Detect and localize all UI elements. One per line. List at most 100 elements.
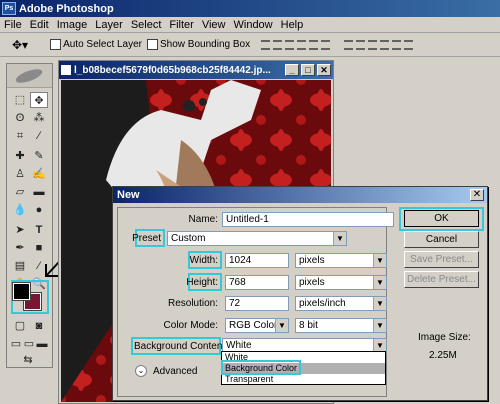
move-tool-preset-icon[interactable]: ✥▾ (12, 38, 28, 52)
menu-window[interactable]: Window (230, 19, 277, 31)
colormode-value: RGB Color (229, 320, 278, 331)
eraser-tool-icon[interactable]: ▱ (11, 184, 29, 200)
imageready-icon[interactable]: ⇆ (19, 352, 37, 368)
foreground-color-swatch[interactable] (12, 282, 31, 301)
feather-icon (15, 69, 43, 83)
name-input[interactable]: Untitled-1 (222, 212, 394, 227)
chevron-down-icon[interactable]: ▼ (373, 276, 386, 289)
bitdepth-select[interactable]: 8 bit ▼ (295, 318, 387, 333)
width-input[interactable]: 1024 (225, 253, 289, 268)
menu-view[interactable]: View (198, 19, 230, 31)
menu-file[interactable]: File (0, 19, 26, 31)
quickmask-mode-icon[interactable]: ◙ (30, 318, 48, 334)
move-tool-icon[interactable]: ✥ (30, 92, 48, 108)
distribute-hcenter-icon[interactable] (392, 39, 402, 50)
blur-tool-icon[interactable]: 💧 (11, 202, 29, 218)
align-bottom-icon[interactable] (285, 39, 295, 50)
menu-select[interactable]: Select (127, 19, 166, 31)
bounding-box-checkbox[interactable] (147, 39, 159, 50)
cancel-button[interactable]: Cancel (404, 231, 479, 248)
screen-mode-standard-icon[interactable]: ▭ (9, 336, 23, 352)
resolution-unit-select[interactable]: pixels/inch ▼ (295, 296, 387, 311)
auto-select-label: Auto Select Layer (63, 39, 143, 50)
ok-button[interactable]: OK (404, 210, 479, 227)
menu-layer[interactable]: Layer (91, 19, 127, 31)
preset-select[interactable]: Custom ▼ (167, 231, 347, 246)
toolbox-header (7, 64, 52, 88)
brush-tool-icon[interactable]: ✎ (30, 148, 48, 164)
height-input[interactable]: 768 (225, 275, 289, 290)
colormode-select[interactable]: RGB Color ▼ (225, 318, 289, 333)
history-brush-icon[interactable]: ✍ (30, 166, 48, 182)
app-titlebar: Ps Adobe Photoshop (0, 0, 500, 17)
resolution-unit-value: pixels/inch (299, 298, 346, 309)
save-preset-button[interactable]: Save Preset... (404, 251, 479, 268)
distribute-top-icon[interactable] (344, 39, 354, 50)
chevron-down-icon[interactable]: ▼ (373, 297, 386, 310)
resolution-label: Resolution: (167, 298, 218, 309)
slice-tool-icon[interactable]: ∕ (30, 128, 48, 144)
menu-edit[interactable]: Edit (26, 19, 53, 31)
menu-image[interactable]: Image (53, 19, 92, 31)
width-label: Width: (189, 255, 218, 266)
chevron-down-icon[interactable]: ▼ (373, 319, 386, 332)
menu-filter[interactable]: Filter (165, 19, 197, 31)
maximize-button[interactable]: □ (301, 64, 315, 76)
pen-tool-icon[interactable]: ✒ (11, 240, 29, 256)
close-button[interactable]: ✕ (317, 64, 331, 76)
width-unit-value: pixels (299, 255, 325, 266)
gradient-tool-icon[interactable]: ▬ (30, 184, 48, 200)
bgcontents-label: Background Contents: (134, 341, 233, 352)
marquee-tool-icon[interactable]: ⬚ (11, 92, 29, 108)
align-hcenter-icon[interactable] (309, 39, 319, 50)
image-size-value: 2.25M (429, 350, 457, 361)
dialog-close-icon[interactable]: ✕ (470, 189, 484, 201)
menubar: File Edit Image Layer Select Filter View… (0, 17, 500, 33)
align-vcenter-icon[interactable] (273, 39, 283, 50)
lasso-tool-icon[interactable]: ʘ (11, 110, 29, 126)
options-bar: ✥▾ Auto Select Layer Show Bounding Box (0, 33, 500, 57)
auto-select-checkbox[interactable] (50, 39, 62, 50)
distribute-left-icon[interactable] (380, 39, 390, 50)
minimize-button[interactable]: _ (285, 64, 299, 76)
align-left-icon[interactable] (297, 39, 307, 50)
distribute-right-icon[interactable] (404, 39, 414, 50)
width-unit-select[interactable]: pixels ▼ (295, 253, 387, 268)
notes-tool-icon[interactable]: ▤ (11, 258, 29, 274)
chevron-down-icon[interactable]: ▼ (373, 254, 386, 267)
toolbox: ⬚ ✥ ʘ ⁂ ⌗ ∕ ✚ ✎ ♙ ✍ ▱ ▬ 💧 ● ➤ T ✒ ■ ▤ ⁄ … (6, 63, 53, 368)
height-unit-value: pixels (299, 277, 325, 288)
distribute-bottom-icon[interactable] (368, 39, 378, 50)
photoshop-icon: Ps (2, 2, 16, 15)
bgcontents-value: White (226, 340, 252, 351)
standard-mode-icon[interactable]: ▢ (11, 318, 29, 334)
new-document-dialog: New ✕ Name: Untitled-1 Preset Custom ▼ W… (112, 186, 488, 401)
align-top-icon[interactable] (261, 39, 271, 50)
path-select-icon[interactable]: ➤ (11, 222, 29, 238)
distribute-vcenter-icon[interactable] (356, 39, 366, 50)
dodge-tool-icon[interactable]: ● (30, 202, 48, 218)
healing-brush-icon[interactable]: ✚ (11, 148, 29, 164)
advanced-toggle-icon[interactable]: ⌄ (135, 365, 147, 377)
align-right-icon[interactable] (321, 39, 331, 50)
advanced-label[interactable]: Advanced (153, 366, 197, 377)
name-label: Name: (188, 214, 218, 225)
delete-preset-button[interactable]: Delete Preset... (404, 271, 479, 288)
type-tool-icon[interactable]: T (30, 222, 48, 238)
bitdepth-value: 8 bit (299, 320, 318, 331)
preset-label: Preset (132, 233, 161, 244)
menu-help[interactable]: Help (277, 19, 308, 31)
height-unit-select[interactable]: pixels ▼ (295, 275, 387, 290)
crop-tool-icon[interactable]: ⌗ (11, 128, 29, 144)
colormode-label: Color Mode: (163, 320, 218, 331)
screen-mode-full-menu-icon[interactable]: ▭ (22, 336, 36, 352)
document-title: l_b08becef5679f0d65b968cb25f84442.jp... (74, 64, 271, 76)
bg-option-transparent[interactable]: Transparent (222, 374, 385, 385)
chevron-down-icon[interactable]: ▼ (333, 232, 346, 245)
screen-mode-full-icon[interactable]: ▬ (35, 336, 49, 352)
chevron-down-icon[interactable]: ▼ (275, 319, 288, 332)
magic-wand-icon[interactable]: ⁂ (30, 110, 48, 126)
image-size-label: Image Size: (418, 332, 471, 343)
clone-stamp-icon[interactable]: ♙ (11, 166, 29, 182)
resolution-input[interactable]: 72 (225, 296, 289, 311)
